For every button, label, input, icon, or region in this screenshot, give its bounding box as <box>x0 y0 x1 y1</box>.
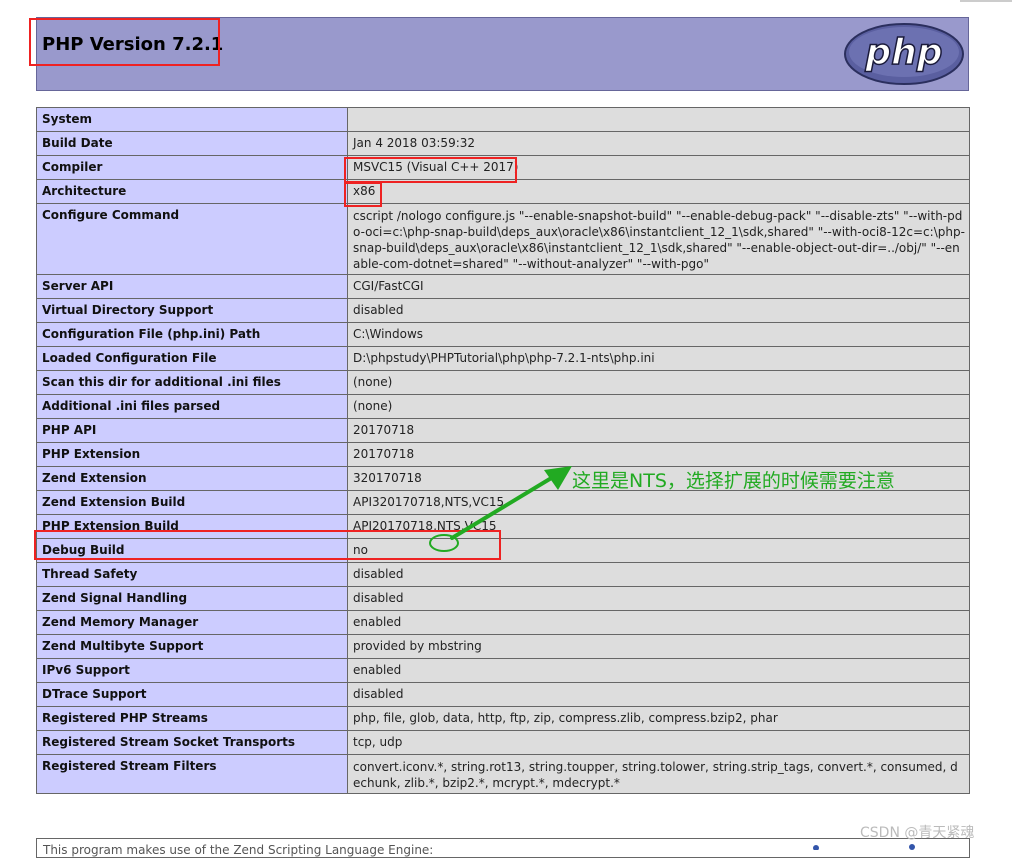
info-row: Additional .ini files parsed (none) <box>36 394 970 419</box>
info-row-label: Compiler <box>36 155 348 180</box>
php-logo: php <box>844 23 964 85</box>
info-row-label: Server API <box>36 274 348 299</box>
info-row-label: IPv6 Support <box>36 658 348 683</box>
info-row: Zend Multibyte Support provided by mbstri… <box>36 634 970 659</box>
info-row: IPv6 Support enabled <box>36 658 970 683</box>
info-row-value: convert.iconv.*, string.rot13, string.to… <box>347 754 970 794</box>
info-row: Server API CGI/FastCGI <box>36 274 970 299</box>
info-row-value: disabled <box>347 298 970 323</box>
info-row-label: System <box>36 107 348 132</box>
info-row-label: Registered Stream Socket Transports <box>36 730 348 755</box>
top-divider <box>960 0 1012 2</box>
info-row-label: Loaded Configuration File <box>36 346 348 371</box>
info-row-label: PHP Extension <box>36 442 348 467</box>
info-row-value: CGI/FastCGI <box>347 274 970 299</box>
info-row-label: Zend Extension Build <box>36 490 348 515</box>
info-row: Build Date Jan 4 2018 03:59:32 <box>36 131 970 156</box>
annotation-arrow <box>450 466 572 540</box>
info-row: Configure Command cscript /nologo configu… <box>36 203 970 275</box>
zend-logo-fragment <box>813 844 915 850</box>
info-row-label: Configuration File (php.ini) Path <box>36 322 348 347</box>
info-row: System <box>36 107 970 132</box>
info-row-value: disabled <box>347 586 970 611</box>
info-row-value: (none) <box>347 394 970 419</box>
info-row: Thread Safety disabled <box>36 562 970 587</box>
footer-text: This program makes use of the Zend Scrip… <box>43 843 434 857</box>
info-row-value: (none) <box>347 370 970 395</box>
info-row-label: Zend Extension <box>36 466 348 491</box>
info-row: Loaded Configuration File D:\phpstudy\PHP… <box>36 346 970 371</box>
info-row-value: php, file, glob, data, http, ftp, zip, c… <box>347 706 970 731</box>
info-row-value: provided by mbstring <box>347 634 970 659</box>
php-logo-text: php <box>864 32 942 73</box>
info-row-value <box>347 107 970 132</box>
info-row: DTrace Support disabled <box>36 682 970 707</box>
info-row-label: PHP API <box>36 418 348 443</box>
info-row: Configuration File (php.ini) Path C:\Wind… <box>36 322 970 347</box>
info-row: Zend Memory Manager enabled <box>36 610 970 635</box>
info-row-label: Scan this dir for additional .ini files <box>36 370 348 395</box>
info-row-label: Thread Safety <box>36 562 348 587</box>
info-row-value: disabled <box>347 682 970 707</box>
info-row: Zend Signal Handling disabled <box>36 586 970 611</box>
info-row: Registered Stream Socket Transports tcp, … <box>36 730 970 755</box>
info-row-label: Configure Command <box>36 203 348 275</box>
annotation-text: 这里是NTS，选择扩展的时候需要注意 <box>572 470 895 492</box>
info-row-value: disabled <box>347 562 970 587</box>
info-row-label: Zend Multibyte Support <box>36 634 348 659</box>
info-row: Registered Stream Filters convert.iconv.*… <box>36 754 970 794</box>
highlight-box-compiler <box>344 157 517 183</box>
info-row-value: cscript /nologo configure.js "--enable-s… <box>347 203 970 275</box>
info-row-label: Zend Signal Handling <box>36 586 348 611</box>
info-row-label: DTrace Support <box>36 682 348 707</box>
highlight-box-architecture <box>344 182 382 207</box>
csdn-watermark: CSDN @青天紧魂 <box>860 825 975 841</box>
info-row: Scan this dir for additional .ini files(… <box>36 370 970 395</box>
info-row-label: Additional .ini files parsed <box>36 394 348 419</box>
highlight-box-title <box>29 18 220 66</box>
info-row-label: Architecture <box>36 179 348 204</box>
info-row-value: Jan 4 2018 03:59:32 <box>347 131 970 156</box>
php-info-table: System Build Date Jan 4 2018 03:59:32 Compi… <box>36 107 970 794</box>
info-row: Architecture x86 <box>36 179 970 204</box>
info-row-label: Virtual Directory Support <box>36 298 348 323</box>
info-row: Registered PHP Streams php, file, glob, d… <box>36 706 970 731</box>
info-row-label: Registered PHP Streams <box>36 706 348 731</box>
info-row-label: Build Date <box>36 131 348 156</box>
info-row-value: enabled <box>347 658 970 683</box>
info-row-value: D:\phpstudy\PHPTutorial\php\php-7.2.1-nt… <box>347 346 970 371</box>
info-row: PHP API 20170718 <box>36 418 970 443</box>
info-row-value: x86 <box>347 179 970 204</box>
info-row-value: enabled <box>347 610 970 635</box>
info-row-label: Registered Stream Filters <box>36 754 348 794</box>
info-row-value: 20170718 <box>347 418 970 443</box>
info-row-value: C:\Windows <box>347 322 970 347</box>
info-row-value: tcp, udp <box>347 730 970 755</box>
info-row: Virtual Directory Support disabled <box>36 298 970 323</box>
info-row-label: Zend Memory Manager <box>36 610 348 635</box>
